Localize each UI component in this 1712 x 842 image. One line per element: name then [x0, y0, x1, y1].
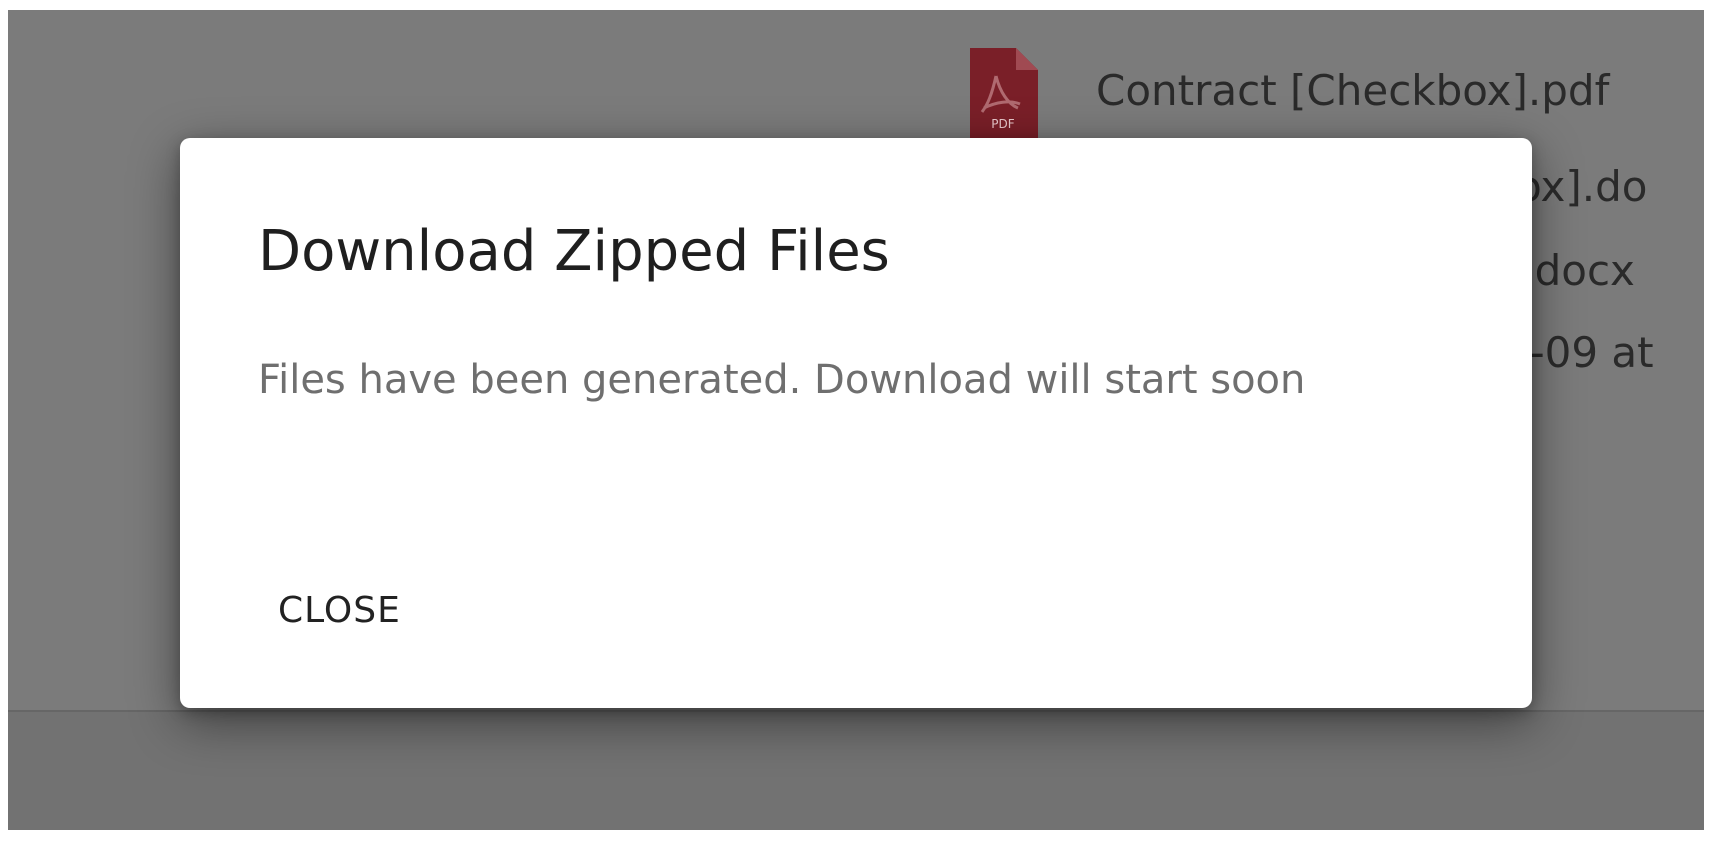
dialog-message: Files have been generated. Download will…: [258, 357, 1306, 403]
close-button[interactable]: CLOSE: [266, 584, 413, 637]
download-dialog: Download Zipped Files Files have been ge…: [180, 138, 1532, 708]
bottom-bar: [8, 710, 1704, 830]
pdf-file-icon: PDF: [970, 48, 1038, 138]
app-window: PDF Contract [Checkbox].pdf tbox].do x].…: [8, 10, 1704, 830]
dialog-title: Download Zipped Files: [258, 219, 890, 284]
file-name[interactable]: Contract [Checkbox].pdf: [1096, 70, 1609, 112]
pdf-badge-label: PDF: [991, 117, 1014, 131]
